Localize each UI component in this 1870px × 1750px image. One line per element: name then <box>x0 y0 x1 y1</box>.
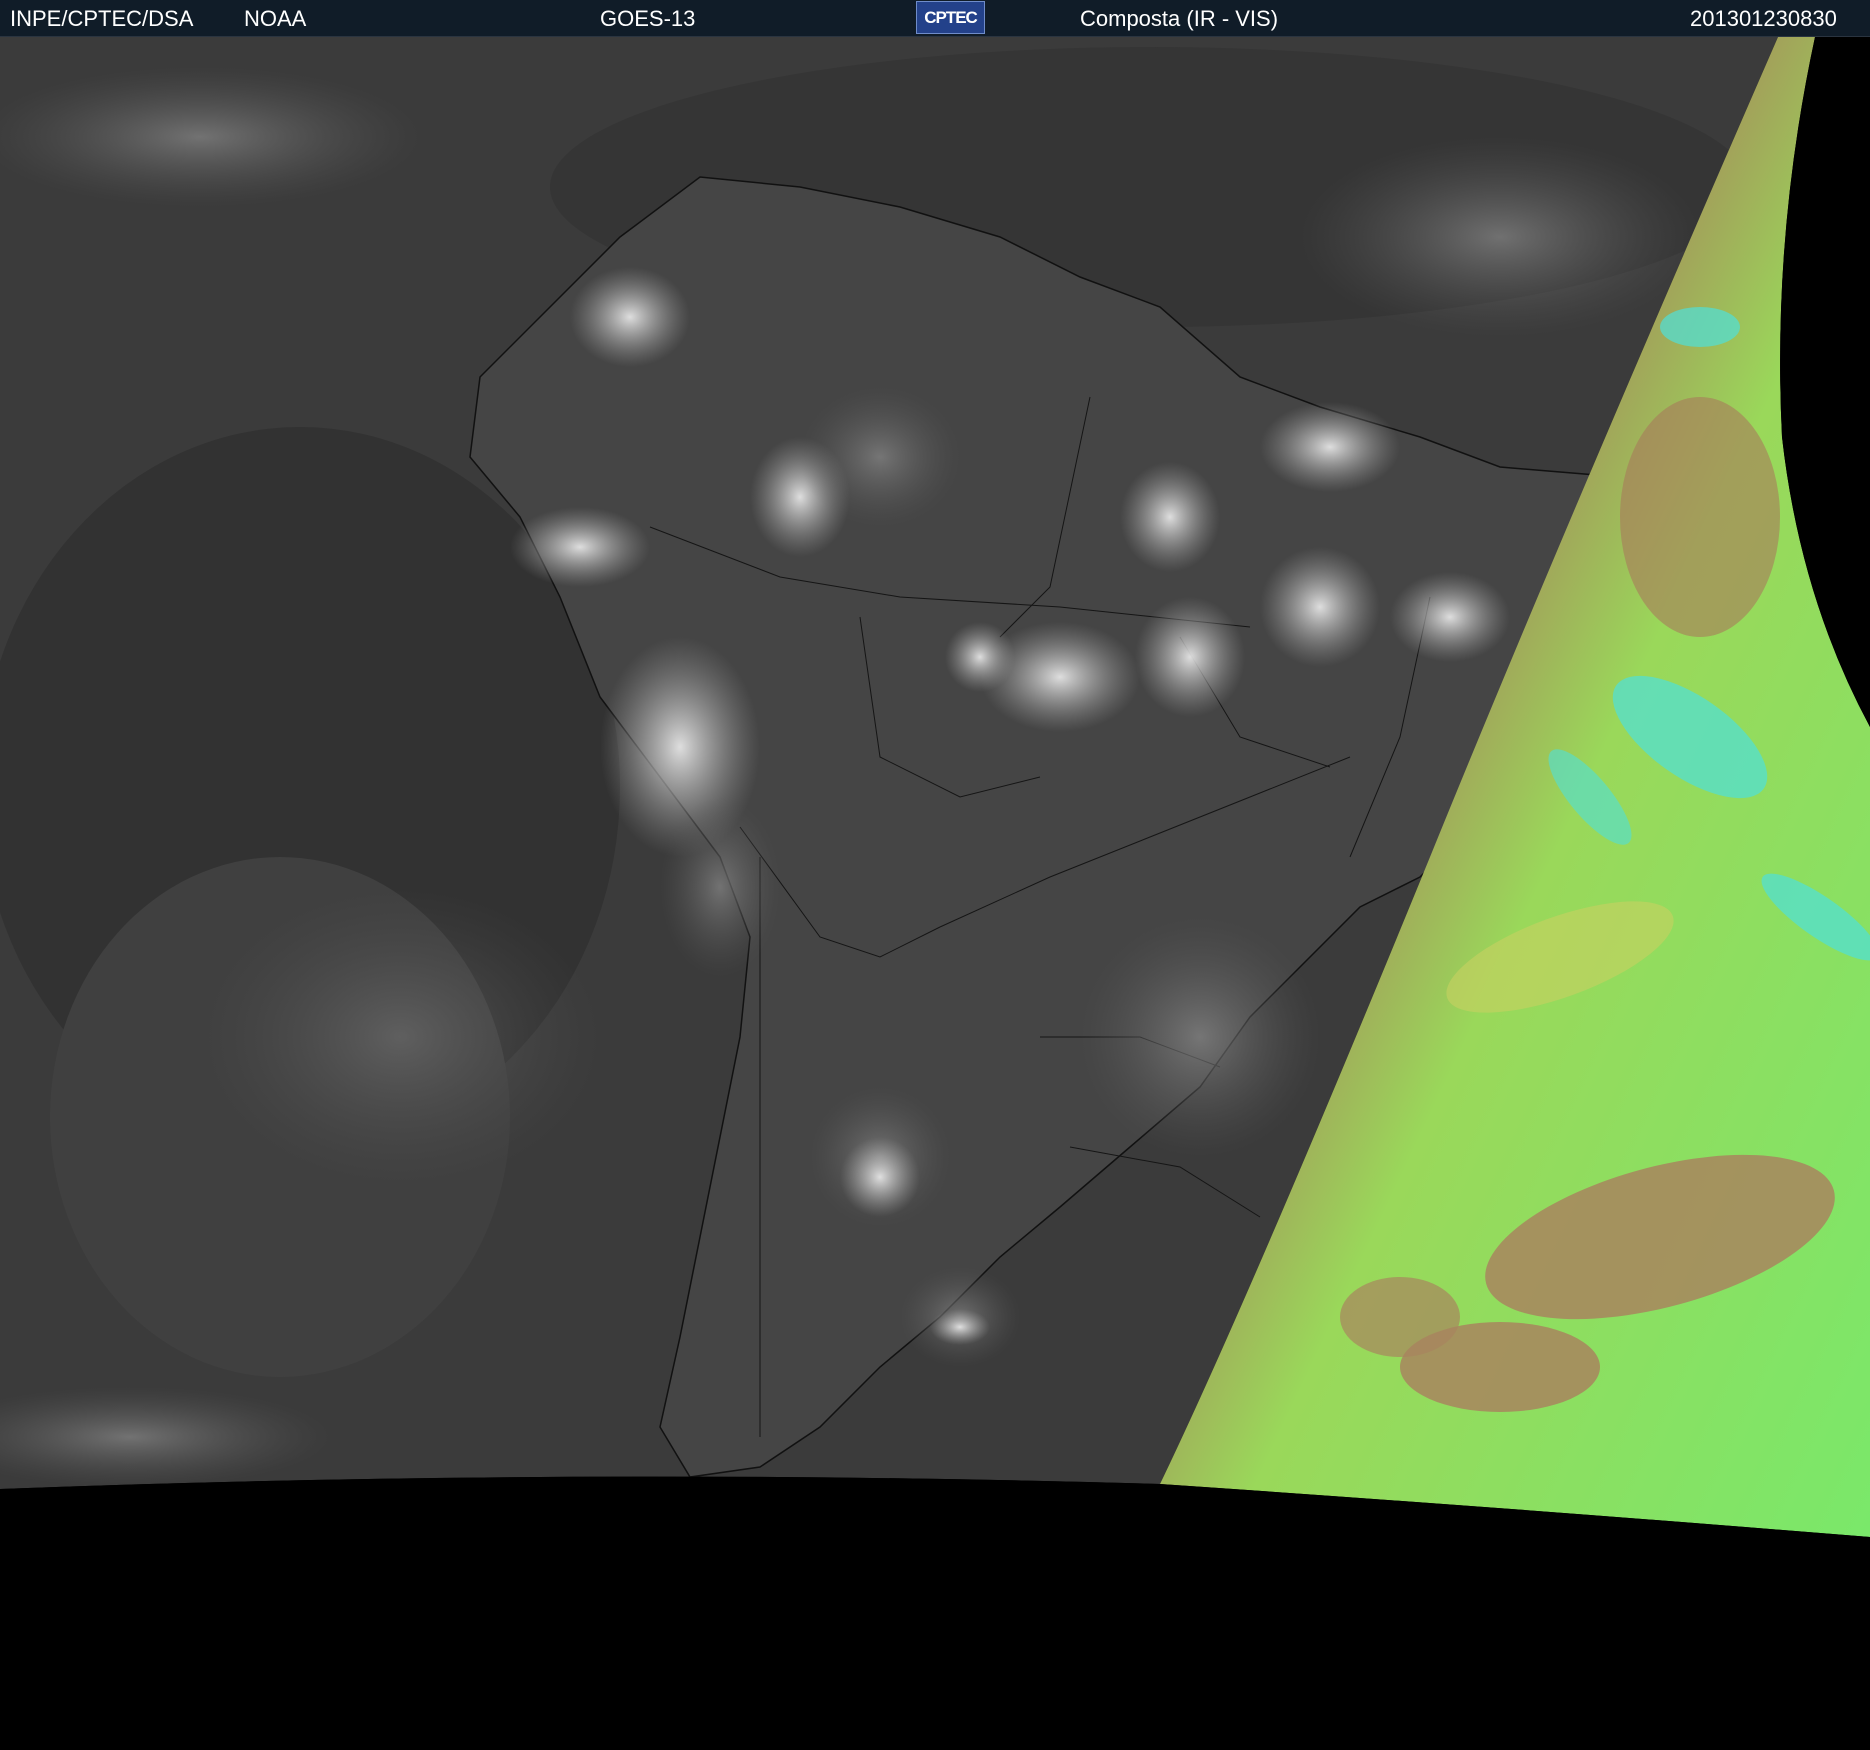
partner-label: NOAA <box>244 6 307 31</box>
timestamp-label: 201301230830 <box>1690 6 1837 31</box>
satellite-map <box>0 37 1870 1750</box>
satellite-image <box>0 37 1870 1750</box>
agency-label: INPE/CPTEC/DSA <box>10 6 194 31</box>
header-bar: INPE/CPTEC/DSA NOAA GOES-13 CPTEC Compos… <box>0 0 1870 37</box>
logo-text: CPTEC <box>924 7 978 27</box>
cptec-logo: CPTEC <box>916 1 985 34</box>
product-label: Composta (IR - VIS) <box>1080 6 1279 31</box>
satellite-label: GOES-13 <box>600 6 696 31</box>
no-data-region <box>0 1476 1870 1750</box>
